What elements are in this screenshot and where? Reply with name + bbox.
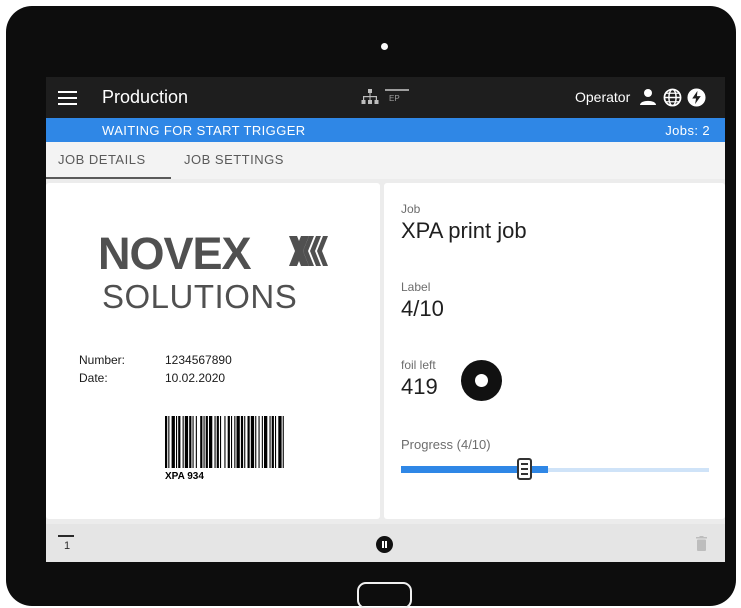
user-icon[interactable]	[639, 88, 657, 106]
logo-text-solutions: SOLUTIONS	[102, 278, 298, 315]
status-bar: WAITING FOR START TRIGGER Jobs: 2	[46, 118, 725, 142]
tab-job-settings[interactable]: JOB SETTINGS	[184, 152, 284, 167]
foil-left-value: 419	[401, 374, 438, 399]
active-tab-indicator	[46, 177, 171, 179]
label-preview-panel: NOVEX SOLUTIONS Number: 1234567890 Date:…	[46, 183, 380, 519]
pause-icon[interactable]	[376, 536, 393, 553]
foil-roll-icon	[461, 360, 502, 401]
tablet-device: Production EP Operator WAITING FOR START…	[6, 6, 736, 608]
barcode-text: XPA 934	[165, 471, 204, 482]
progress-bar[interactable]	[401, 458, 709, 480]
label-count-value: 4/10	[401, 296, 444, 321]
bottom-toolbar: 1	[46, 524, 725, 562]
foil-left-label: foil left	[401, 358, 436, 372]
ep-label: EP	[389, 94, 400, 103]
number-label: Number:	[79, 353, 126, 367]
logo-text-novex: NOVEX	[98, 228, 252, 279]
job-info-panel: Job XPA print job Label 4/10 foil left 4…	[384, 183, 725, 519]
power-icon[interactable]	[687, 88, 706, 107]
status-message: WAITING FOR START TRIGGER	[102, 123, 306, 138]
operator-label: Operator	[575, 89, 631, 105]
home-button[interactable]	[357, 582, 412, 608]
job-name: XPA print job	[401, 218, 527, 243]
progress-handle[interactable]	[517, 458, 532, 480]
app-screen: Production EP Operator WAITING FOR START…	[46, 77, 725, 562]
tab-job-details[interactable]: JOB DETAILS	[58, 152, 146, 167]
number-value: 1234567890	[165, 353, 232, 367]
app-bar: Production EP Operator	[46, 77, 725, 118]
network-icon	[361, 89, 379, 104]
date-label: Date:	[79, 371, 108, 385]
globe-icon[interactable]	[663, 88, 682, 107]
camera-dot	[381, 43, 388, 50]
counter-icon[interactable]: 1	[58, 535, 76, 555]
jobs-count[interactable]: Jobs: 2	[665, 123, 710, 138]
novexx-xx-logo-icon	[289, 236, 328, 266]
date-value: 10.02.2020	[165, 371, 226, 385]
ep-icon: EP	[385, 86, 409, 106]
counter-value: 1	[64, 540, 71, 552]
trash-icon[interactable]	[696, 536, 707, 551]
tab-bar: JOB DETAILS JOB SETTINGS	[46, 142, 725, 179]
barcode-image	[165, 416, 284, 468]
menu-icon[interactable]	[58, 91, 77, 105]
label-count-label: Label	[401, 280, 431, 294]
job-label: Job	[401, 202, 421, 216]
progress-label: Progress (4/10)	[401, 437, 491, 452]
page-title: Production	[102, 87, 189, 107]
